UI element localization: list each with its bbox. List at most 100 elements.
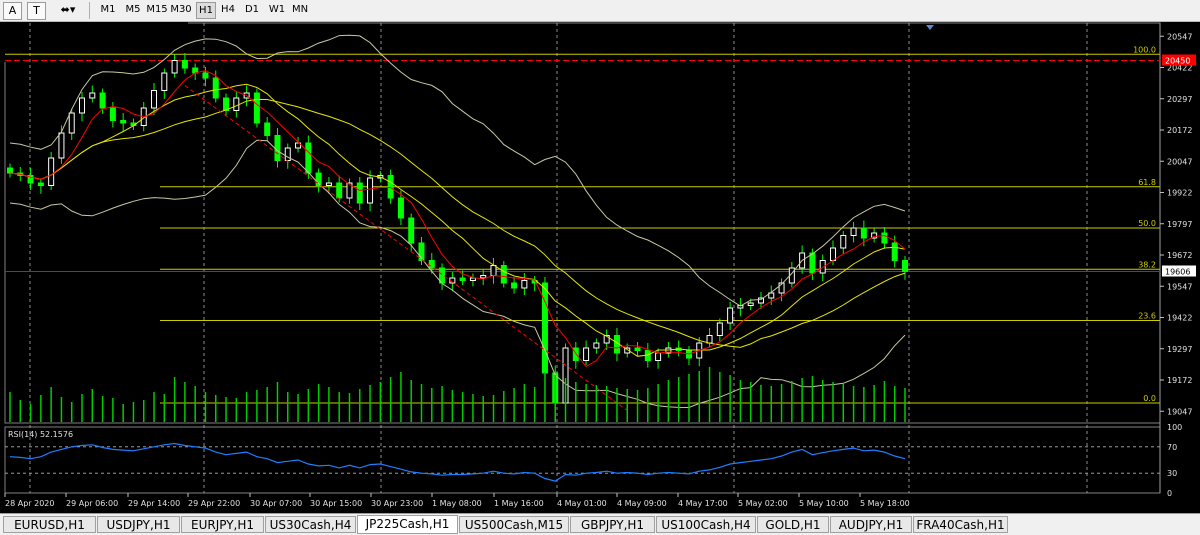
time-axis-label: 1 May 08:00 xyxy=(432,499,482,508)
timeframe-m1[interactable]: M1 xyxy=(99,2,117,18)
candle-body xyxy=(58,132,65,159)
symbol-tab[interactable]: GBPJPY,H1 xyxy=(570,516,655,533)
indicator-tick-label: 0 xyxy=(1167,489,1172,498)
candle-body xyxy=(500,265,507,284)
candle-body xyxy=(593,342,600,349)
candle-body xyxy=(428,260,435,269)
candle-body xyxy=(809,252,816,274)
indicator-title: RSI(14) 52.1576 xyxy=(8,430,73,439)
candle-body xyxy=(387,175,394,199)
price-tick-label: 19547 xyxy=(1167,282,1192,291)
time-axis-label: 4 May 09:00 xyxy=(617,499,667,508)
timeframe-d1[interactable]: D1 xyxy=(243,2,261,18)
timeframe-w1[interactable]: W1 xyxy=(268,2,286,18)
price-tick-label: 20297 xyxy=(1167,95,1192,104)
timeframe-m15[interactable]: M15 xyxy=(146,2,168,18)
candle-body xyxy=(511,282,518,289)
symbol-tab[interactable]: US30Cash,H4 xyxy=(265,516,356,533)
symbol-tab[interactable]: EURUSD,H1 xyxy=(3,516,96,533)
price-tick-label: 19172 xyxy=(1167,376,1192,385)
indicator-panel-frame xyxy=(4,426,1161,494)
indicator-tick-label: 30 xyxy=(1167,469,1177,478)
toolbar-separator xyxy=(89,2,90,19)
time-axis-label: 29 Apr 14:00 xyxy=(128,499,180,508)
fib-level-label: 0.0 xyxy=(1143,394,1156,403)
candle-body xyxy=(727,307,734,324)
candle-body xyxy=(325,182,332,186)
candle-body xyxy=(881,232,888,244)
symbol-tab[interactable]: EURJPY,H1 xyxy=(181,516,264,533)
price-tick-label: 19672 xyxy=(1167,251,1192,260)
candle-body xyxy=(181,60,188,69)
symbol-tab[interactable]: FRA40Cash,H1 xyxy=(913,516,1008,533)
candle-body xyxy=(706,335,713,344)
fib-level-label: 23.6 xyxy=(1138,312,1156,321)
candle-body xyxy=(212,77,219,99)
candle-body xyxy=(264,122,271,136)
fib-level-label: 38.2 xyxy=(1138,260,1156,269)
candle-body xyxy=(902,260,908,272)
indicator-tick-label: 100 xyxy=(1167,423,1182,432)
candle-body xyxy=(850,227,857,236)
timeframe-m5[interactable]: M5 xyxy=(124,2,142,18)
candle-body xyxy=(336,182,343,199)
candle-body xyxy=(459,277,466,281)
timeframe-m30[interactable]: M30 xyxy=(170,2,192,18)
candle-body xyxy=(37,182,44,186)
timeframe-h1[interactable]: H1 xyxy=(196,2,216,19)
candle-body xyxy=(541,282,548,374)
candle-body xyxy=(109,107,116,121)
arrows-tool-dropdown[interactable]: ⬌▾ xyxy=(52,2,84,18)
text-label-tool-button[interactable]: T xyxy=(27,2,46,20)
price-chart[interactable]: 100.061.850.038.223.60.02054720422202972… xyxy=(0,21,1200,513)
price-tick-label: 20547 xyxy=(1167,32,1192,41)
candle-body xyxy=(634,347,641,351)
fib-level-label: 100.0 xyxy=(1133,45,1156,54)
bollinger-upper-band xyxy=(9,34,906,307)
time-axis-label: 30 Apr 15:00 xyxy=(310,499,362,508)
candle-body xyxy=(469,277,476,281)
candle-body xyxy=(120,120,127,124)
symbol-tab[interactable]: AUDJPY,H1 xyxy=(830,516,912,533)
time-axis-label: 4 May 01:00 xyxy=(557,499,607,508)
candle-body xyxy=(99,92,106,109)
rsi-line xyxy=(9,442,906,482)
candle-body xyxy=(860,227,867,239)
indicator-tick-label: 70 xyxy=(1167,443,1177,452)
candle-body xyxy=(840,235,847,249)
candle-body xyxy=(490,265,497,276)
candle-body xyxy=(233,97,240,111)
time-axis-label: 29 Apr 22:00 xyxy=(188,499,240,508)
timeframe-h4[interactable]: H4 xyxy=(219,2,237,18)
text-tool-button[interactable]: A xyxy=(3,2,22,20)
candle-body xyxy=(89,92,96,99)
fib-level-label: 61.8 xyxy=(1138,178,1156,187)
symbol-tab[interactable]: US500Cash,M15 xyxy=(459,516,569,533)
price-tick-label: 19297 xyxy=(1167,345,1192,354)
time-axis-label: 5 May 18:00 xyxy=(860,499,910,508)
moving-average-slow xyxy=(9,98,906,348)
candle-body xyxy=(284,147,291,161)
candle-body xyxy=(151,90,158,109)
candle-body xyxy=(79,97,86,114)
symbol-tab[interactable]: US100Cash,H4 xyxy=(656,516,756,533)
symbol-tab[interactable]: GOLD,H1 xyxy=(757,516,829,533)
candle-body xyxy=(480,275,487,279)
time-axis-label: 30 Apr 23:00 xyxy=(371,499,423,508)
candle-body xyxy=(397,197,404,219)
marked-price-tag-label: 20450 xyxy=(1165,57,1190,66)
candle-body xyxy=(253,92,260,124)
candle-body xyxy=(716,322,723,336)
candle-body xyxy=(161,72,168,91)
symbol-tab[interactable]: JP225Cash,H1 xyxy=(357,515,458,534)
candle-body xyxy=(202,72,209,79)
candle-body xyxy=(655,352,662,361)
toolbar: A T ⬌▾ M1 M5 M15 M30 H1 H4 D1 W1 MN xyxy=(0,0,1200,22)
shift-marker-icon xyxy=(926,25,934,30)
price-tick-label: 19922 xyxy=(1167,189,1192,198)
candle-body xyxy=(583,347,590,361)
symbol-tab[interactable]: USDJPY,H1 xyxy=(97,516,180,533)
timeframe-mn[interactable]: MN xyxy=(290,2,310,18)
price-tick-label: 20172 xyxy=(1167,126,1192,135)
candle-body xyxy=(367,177,374,204)
